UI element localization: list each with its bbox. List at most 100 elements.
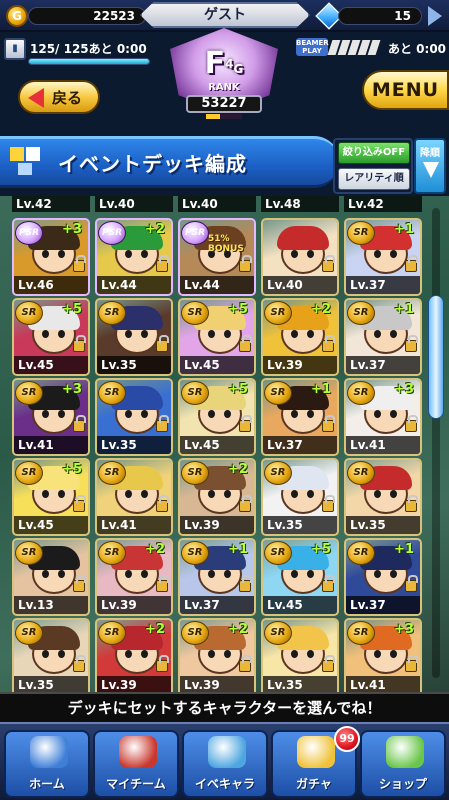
scrollbar-thumb[interactable] [428,294,444,419]
filter-toggle-button[interactable]: 絞り込みOFF [338,142,410,164]
character-eye [224,570,231,578]
character-eye [42,490,49,498]
lock-icon [322,255,335,272]
rarity-badge: PSR [181,221,209,245]
character-card[interactable]: SR +3 Lv.41 [344,378,422,456]
character-card[interactable]: PSR +3 Lv.46 [12,218,90,296]
rank-score: 53227 [201,96,247,111]
character-card[interactable]: SR +1 Lv.37 [344,298,422,376]
character-card[interactable]: PSR +2 Lv.44 [95,218,173,296]
character-hair [277,226,329,250]
coin-value: 22523 [93,9,135,23]
character-eye [291,650,298,658]
character-eye [390,650,397,658]
lock-icon [73,335,86,352]
character-card[interactable]: SR +2 Lv.39 [178,618,256,692]
character-card[interactable]: SR +2 Lv.39 [261,298,339,376]
character-card[interactable]: SR Lv.35 [261,618,339,692]
character-eye [291,570,298,578]
character-card[interactable]: SR +5 Lv.45 [12,298,90,376]
character-card[interactable]: SR +5 Lv.45 [261,538,339,616]
menu-button[interactable]: MENU [362,70,449,110]
rarity-badge: SR [264,461,292,485]
character-eye [141,330,148,338]
card-level: Lv.46 [14,276,88,294]
upgrade-plus: +2 [228,462,248,477]
lock-icon [239,575,252,592]
character-card[interactable]: Lv.40 [261,218,339,296]
character-card[interactable]: SR Lv.41 [95,458,173,536]
card-level: Lv.45 [14,516,88,534]
character-card[interactable]: SR +1 Lv.37 [261,378,339,456]
character-eye [208,330,215,338]
character-eye [307,490,314,498]
upgrade-plus: +2 [145,622,165,637]
upgrade-plus: +3 [394,382,414,397]
character-card[interactable]: SR Lv.13 [12,538,90,616]
rarity-badge: SR [15,301,43,325]
character-card[interactable]: SR +3 Lv.41 [12,378,90,456]
nav-button[interactable]: マイチーム [93,730,179,798]
lock-icon [239,255,252,272]
lock-icon [73,255,86,272]
lock-icon [73,575,86,592]
character-card[interactable]: SR Lv.35 [261,458,339,536]
character-eye [291,250,298,258]
partial-card-level: Lv.42 [344,196,422,212]
character-eye [125,570,132,578]
lock-icon [156,575,169,592]
character-eye [58,410,65,418]
back-arrow-icon [28,88,44,108]
lock-icon [239,415,252,432]
character-card[interactable]: SR +5 Lv.45 [12,458,90,536]
scrollbar-track[interactable] [432,208,440,678]
character-eye [390,250,397,258]
lock-icon [322,335,335,352]
nav-icon [119,736,157,768]
character-card[interactable]: SR +5 Lv.45 [178,378,256,456]
character-card[interactable]: SR +2 Lv.39 [95,538,173,616]
nav-button[interactable]: ショップ [360,730,446,798]
card-level: Lv.35 [263,676,337,692]
nav-button[interactable]: ホーム [4,730,90,798]
character-card[interactable]: SR +2 Lv.39 [95,618,173,692]
character-eye [307,650,314,658]
sort-order-button[interactable]: 降順 [414,138,446,194]
partial-card-level: Lv.40 [95,196,173,212]
partial-card-level: Lv.40 [178,196,256,212]
rank-progress-bar [206,114,242,119]
character-card[interactable]: SR Lv.35 [12,618,90,692]
character-card[interactable]: SR Lv.35 [95,378,173,456]
upgrade-plus: +5 [228,382,248,397]
character-card[interactable]: PSR 51% BONUS Lv.44 [178,218,256,296]
filter-panel: 絞り込みOFF レアリティ順 [333,138,413,194]
card-level: Lv.39 [180,676,254,692]
back-button[interactable]: 戻る [18,80,100,114]
character-eye [58,250,65,258]
card-level: Lv.35 [263,516,337,534]
character-card[interactable]: SR +5 Lv.45 [178,298,256,376]
rarity-badge: SR [347,381,375,405]
sort-rarity-button[interactable]: レアリティ順 [338,168,410,190]
expand-icon[interactable] [428,6,442,26]
nav-button[interactable]: イベキャラ [182,730,268,798]
rarity-badge: SR [264,301,292,325]
character-card[interactable]: SR +1 Lv.37 [344,218,422,296]
character-card[interactable]: SR +1 Lv.37 [178,538,256,616]
lock-icon [156,255,169,272]
character-card[interactable]: SR +2 Lv.39 [178,458,256,536]
character-card[interactable]: SR +3 Lv.41 [344,618,422,692]
rarity-badge: SR [15,381,43,405]
upgrade-plus: +5 [228,302,248,317]
character-card[interactable]: SR Lv.35 [344,458,422,536]
upgrade-plus: +1 [394,302,414,317]
rarity-badge: SR [347,621,375,645]
upgrade-plus: +1 [394,542,414,557]
character-eye [125,410,132,418]
card-level: Lv.35 [97,436,171,454]
character-card[interactable]: SR +1 Lv.37 [344,538,422,616]
card-level: Lv.39 [97,596,171,614]
player-name-plate[interactable]: ゲスト [140,2,310,28]
character-card[interactable]: SR Lv.35 [95,298,173,376]
character-eye [291,410,298,418]
